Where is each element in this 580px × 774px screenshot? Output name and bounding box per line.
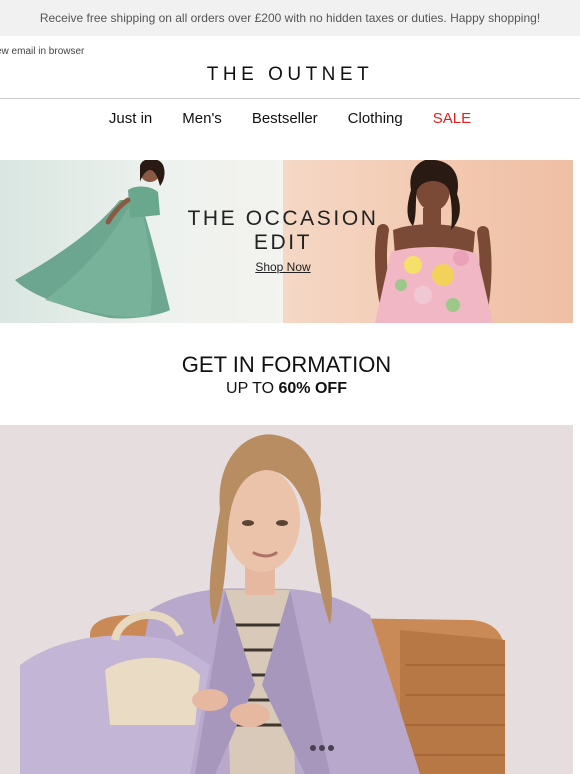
promo-title: GET IN FORMATION — [181, 352, 392, 377]
shop-now-link[interactable]: Shop Now — [233, 260, 333, 274]
view-in-browser-link[interactable]: ew email in browser — [0, 46, 84, 57]
promo-subtitle-prefix: UP TO — [226, 380, 279, 397]
promo-subtitle: UP TO 60% OFF — [0, 380, 573, 398]
hero-title-line2: EDIT — [253, 231, 313, 254]
shipping-banner-text: Receive free shipping on all orders over… — [39, 11, 541, 25]
model-lilac-suit-image — [20, 434, 505, 774]
promo-subtitle-discount: 60% OFF — [278, 380, 347, 397]
nav-bestseller[interactable]: Bestseller — [252, 110, 318, 127]
brand-logo[interactable]: THE OUTNET — [0, 64, 580, 86]
hero-title-line1: THE OCCASION — [187, 207, 379, 230]
occasion-edit-banner[interactable]: THE OCCASION EDIT Shop Now — [0, 160, 573, 323]
nav-just-in[interactable]: Just in — [109, 110, 152, 127]
nav-clothing[interactable]: Clothing — [348, 110, 403, 127]
shipping-banner: Receive free shipping on all orders over… — [0, 0, 580, 36]
feature-image[interactable] — [0, 425, 573, 774]
hero-title: THE OCCASION EDIT — [183, 207, 383, 255]
main-nav: Just in Men's Bestseller Clothing SALE — [0, 110, 580, 127]
nav-sale[interactable]: SALE — [433, 110, 471, 127]
header-divider — [0, 98, 580, 99]
nav-mens[interactable]: Men's — [182, 110, 222, 127]
